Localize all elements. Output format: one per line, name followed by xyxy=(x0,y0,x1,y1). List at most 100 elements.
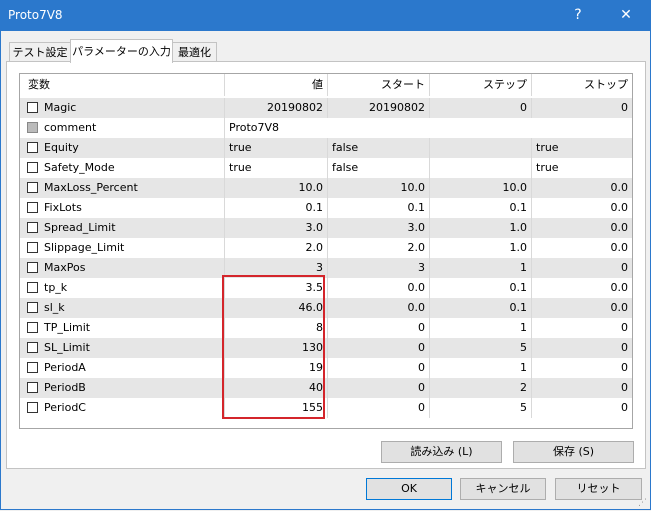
table-row[interactable]: PeriodB 40 0 2 0 xyxy=(20,378,632,398)
value-cell[interactable]: 19 xyxy=(225,358,328,378)
value-cell[interactable]: 20190802 xyxy=(225,98,328,118)
window-title: Proto7V8 xyxy=(8,8,63,22)
start-cell[interactable]: 0 xyxy=(328,378,430,398)
value-cell[interactable]: 2.0 xyxy=(225,238,328,258)
start-cell[interactable]: 0.1 xyxy=(328,198,430,218)
table-row[interactable]: sl_k 46.0 0.0 0.1 0.0 xyxy=(20,298,632,318)
load-button[interactable]: 読み込み (L) xyxy=(381,441,502,463)
stop-cell[interactable]: 0.0 xyxy=(532,298,632,318)
stop-cell[interactable]: 0 xyxy=(532,98,632,118)
step-cell[interactable]: 1 xyxy=(430,258,532,278)
step-cell[interactable]: 0.1 xyxy=(430,198,532,218)
tab-parameter-input[interactable]: パラメーターの入力 xyxy=(70,39,173,63)
step-cell[interactable]: 5 xyxy=(430,398,532,418)
value-cell[interactable]: 3.5 xyxy=(225,278,328,298)
value-cell[interactable]: 3.0 xyxy=(225,218,328,238)
stop-cell[interactable]: 0.0 xyxy=(532,238,632,258)
start-cell[interactable]: false xyxy=(328,138,430,158)
table-row[interactable]: MaxLoss_Percent 10.0 10.0 10.0 0.0 xyxy=(20,178,632,198)
value-cell[interactable]: 46.0 xyxy=(225,298,328,318)
value-cell[interactable]: 0.1 xyxy=(225,198,328,218)
table-row[interactable]: Safety_Mode true false true xyxy=(20,158,632,178)
table-row[interactable]: Slippage_Limit 2.0 2.0 1.0 0.0 xyxy=(20,238,632,258)
stop-cell[interactable]: true xyxy=(532,138,632,158)
table-row[interactable]: SL_Limit 130 0 5 0 xyxy=(20,338,632,358)
value-cell[interactable]: true xyxy=(225,158,328,178)
value-cell[interactable]: 155 xyxy=(225,398,328,418)
step-cell[interactable]: 0.1 xyxy=(430,298,532,318)
column-header-value[interactable]: 値 xyxy=(225,74,328,96)
help-button[interactable]: ? xyxy=(561,2,595,28)
title-bar[interactable]: Proto7V8 ? ✕ xyxy=(0,0,651,31)
start-cell[interactable]: 0 xyxy=(328,398,430,418)
step-cell[interactable]: 2 xyxy=(430,378,532,398)
param-name: sl_k xyxy=(20,298,225,318)
value-cell[interactable]: 130 xyxy=(225,338,328,358)
stop-cell[interactable]: 0 xyxy=(532,378,632,398)
param-name: tp_k xyxy=(20,278,225,298)
table-row[interactable]: MaxPos 3 3 1 0 xyxy=(20,258,632,278)
start-cell[interactable]: 0 xyxy=(328,358,430,378)
stop-cell[interactable]: 0.0 xyxy=(532,218,632,238)
stop-cell[interactable]: 0 xyxy=(532,258,632,278)
value-cell[interactable]: 3 xyxy=(225,258,328,278)
start-cell[interactable]: 2.0 xyxy=(328,238,430,258)
step-cell[interactable]: 1 xyxy=(430,358,532,378)
tab-test-settings[interactable]: テスト設定 xyxy=(9,42,71,62)
column-header-step[interactable]: ステップ xyxy=(430,74,532,96)
start-cell[interactable]: 0.0 xyxy=(328,278,430,298)
grid-header: 変数 値 スタート ステップ ストップ xyxy=(20,74,632,96)
stop-cell[interactable]: 0.0 xyxy=(532,278,632,298)
start-cell[interactable]: 0 xyxy=(328,338,430,358)
start-cell[interactable]: 10.0 xyxy=(328,178,430,198)
param-name: PeriodC xyxy=(20,398,225,418)
value-cell[interactable]: 8 xyxy=(225,318,328,338)
tab-optimization[interactable]: 最適化 xyxy=(172,42,217,62)
column-header-start[interactable]: スタート xyxy=(328,74,430,96)
table-row[interactable]: comment Proto7V8 xyxy=(20,118,632,138)
step-cell[interactable] xyxy=(430,138,532,158)
value-cell[interactable]: Proto7V8 xyxy=(225,118,632,138)
stop-cell[interactable]: 0 xyxy=(532,398,632,418)
column-header-stop[interactable]: ストップ xyxy=(532,74,632,96)
step-cell[interactable]: 10.0 xyxy=(430,178,532,198)
step-cell[interactable]: 0.1 xyxy=(430,278,532,298)
step-cell[interactable]: 5 xyxy=(430,338,532,358)
column-header-variable[interactable]: 変数 xyxy=(20,74,225,96)
step-cell[interactable] xyxy=(430,158,532,178)
step-cell[interactable]: 1.0 xyxy=(430,218,532,238)
param-name: MaxLoss_Percent xyxy=(20,178,225,198)
table-row[interactable]: TP_Limit 8 0 1 0 xyxy=(20,318,632,338)
table-row[interactable]: FixLots 0.1 0.1 0.1 0.0 xyxy=(20,198,632,218)
reset-button[interactable]: リセット xyxy=(555,478,642,500)
table-row[interactable]: PeriodC 155 0 5 0 xyxy=(20,398,632,418)
start-cell[interactable]: 3.0 xyxy=(328,218,430,238)
step-cell[interactable]: 1 xyxy=(430,318,532,338)
stop-cell[interactable]: 0.0 xyxy=(532,178,632,198)
step-cell[interactable]: 0 xyxy=(430,98,532,118)
close-button[interactable]: ✕ xyxy=(609,2,643,28)
save-button[interactable]: 保存 (S) xyxy=(513,441,634,463)
ok-button[interactable]: OK xyxy=(366,478,452,500)
stop-cell[interactable]: 0.0 xyxy=(532,198,632,218)
table-row[interactable]: tp_k 3.5 0.0 0.1 0.0 xyxy=(20,278,632,298)
start-cell[interactable]: 0 xyxy=(328,318,430,338)
stop-cell[interactable]: true xyxy=(532,158,632,178)
start-cell[interactable]: false xyxy=(328,158,430,178)
value-cell[interactable]: true xyxy=(225,138,328,158)
table-row[interactable]: Equity true false true xyxy=(20,138,632,158)
table-row[interactable]: PeriodA 19 0 1 0 xyxy=(20,358,632,378)
param-name: FixLots xyxy=(20,198,225,218)
value-cell[interactable]: 40 xyxy=(225,378,328,398)
start-cell[interactable]: 3 xyxy=(328,258,430,278)
value-cell[interactable]: 10.0 xyxy=(225,178,328,198)
stop-cell[interactable]: 0 xyxy=(532,318,632,338)
table-row[interactable]: Spread_Limit 3.0 3.0 1.0 0.0 xyxy=(20,218,632,238)
table-row[interactable]: Magic 20190802 20190802 0 0 xyxy=(20,98,632,118)
cancel-button[interactable]: キャンセル xyxy=(460,478,546,500)
stop-cell[interactable]: 0 xyxy=(532,358,632,378)
step-cell[interactable]: 1.0 xyxy=(430,238,532,258)
start-cell[interactable]: 0.0 xyxy=(328,298,430,318)
stop-cell[interactable]: 0 xyxy=(532,338,632,358)
start-cell[interactable]: 20190802 xyxy=(328,98,430,118)
